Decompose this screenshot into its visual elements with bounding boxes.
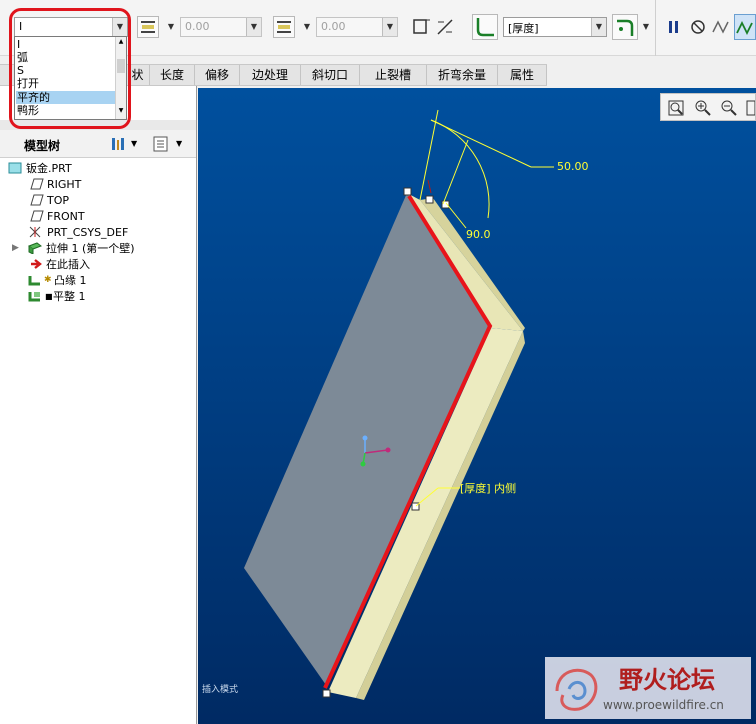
chevron-down-icon[interactable]: ▼ <box>166 16 176 38</box>
tree-item-label: 拉伸 1 (第一个壁) <box>46 242 135 255</box>
chevron-down-icon[interactable]: ▼ <box>176 135 186 153</box>
length-dimension[interactable]: 50.00 <box>557 160 589 173</box>
tree-item-label: RIGHT <box>47 178 82 191</box>
triad-dot <box>360 461 366 467</box>
preview-icon[interactable] <box>710 16 732 38</box>
no-preview-icon[interactable] <box>688 16 708 38</box>
tab-miter-cut[interactable]: 斜切口 <box>301 65 360 85</box>
csys-icon <box>28 226 42 238</box>
forum-title: 野火论坛 <box>619 666 715 694</box>
chevron-down-icon[interactable]: ▼ <box>131 135 141 153</box>
tree-item-label: TOP <box>47 194 70 207</box>
tab-relief[interactable]: 止裂槽 <box>360 65 427 85</box>
length-value-2: 0.00 <box>321 20 346 33</box>
highlight-annotation <box>9 8 131 129</box>
datum-plane-icon <box>30 210 44 222</box>
dimension-tick <box>427 179 432 194</box>
tree-item-label: 凸缘 1 <box>54 274 87 287</box>
expand-arrow-icon[interactable]: ▶ <box>12 241 19 256</box>
view-toolbar <box>660 93 756 121</box>
angle-arc <box>430 119 490 219</box>
chevron-down-icon[interactable]: ▼ <box>382 18 397 36</box>
tree-item-label: FRONT <box>47 210 85 223</box>
dimension-extension <box>442 139 469 205</box>
zoom-in-icon[interactable] <box>693 98 713 118</box>
tab-edge-treatment[interactable]: 边处理 <box>240 65 301 85</box>
flange-icon <box>28 274 42 286</box>
orient-icon[interactable] <box>745 98 756 118</box>
chevron-down-icon[interactable]: ▼ <box>302 16 312 38</box>
bend-side-icon[interactable] <box>612 14 638 40</box>
toolbar-divider <box>655 0 656 56</box>
tab-bend-allowance[interactable]: 折弯余量 <box>427 65 498 85</box>
tab-properties[interactable]: 属性 <box>498 65 547 85</box>
tree-item-label: 在此插入 <box>46 258 90 271</box>
drag-handle[interactable] <box>425 195 434 204</box>
tab-length[interactable]: 长度 <box>150 65 195 85</box>
bend-with-radius-icon[interactable] <box>472 14 498 40</box>
drag-handle[interactable] <box>322 689 331 698</box>
material-side-flip-icon[interactable] <box>434 16 456 38</box>
drag-handle[interactable] <box>441 200 450 209</box>
chevron-down-icon[interactable]: ▼ <box>641 16 651 38</box>
forum-logo <box>555 668 598 711</box>
model-view-svg <box>244 109 554 700</box>
datum-plane-icon <box>30 194 44 206</box>
tree-item-label: PRT_CSYS_DEF <box>47 226 129 239</box>
thickness-label[interactable]: [厚度] 内侧 <box>460 480 516 496</box>
tree-item-label: 钣金.PRT <box>26 162 72 175</box>
current-feature-marker-icon: ■ <box>45 292 53 301</box>
flat-wall-icon <box>28 290 42 302</box>
length-type-2-icon[interactable] <box>273 16 295 38</box>
forum-watermark: 野火论坛 www.proewildfire.cn <box>545 657 751 719</box>
chevron-down-icon[interactable]: ▼ <box>591 18 606 36</box>
thickness-combo[interactable]: [厚度] ▼ <box>503 17 607 37</box>
length-value-2-combo[interactable]: 0.00 ▼ <box>316 17 398 37</box>
edge-flip-icon[interactable] <box>410 16 432 38</box>
chevron-down-icon[interactable]: ▼ <box>246 18 261 36</box>
tab-offset[interactable]: 偏移 <box>195 65 240 85</box>
mode-indicator: 插入模式 <box>202 685 239 695</box>
new-feature-marker-icon: ✱ <box>44 275 52 285</box>
extrude-wall-icon <box>27 242 43 255</box>
refit-icon[interactable] <box>666 98 686 118</box>
angle-dimension[interactable]: 90.0 <box>466 228 491 241</box>
tree-settings-icon[interactable] <box>110 135 128 153</box>
model-tree-title: 模型树 <box>24 139 61 153</box>
show-list-icon[interactable] <box>152 135 170 153</box>
pause-icon[interactable] <box>664 16 684 38</box>
length-type-icon[interactable] <box>137 16 159 38</box>
drag-handle[interactable] <box>403 187 412 196</box>
model-tree-header: 模型树 ▼ ▼ <box>0 130 196 158</box>
thickness-value: [厚度] <box>508 22 539 35</box>
triad-dot <box>385 447 391 453</box>
insert-arrow-icon <box>30 258 44 270</box>
verify-icon[interactable] <box>734 14 756 40</box>
zoom-out-icon[interactable] <box>719 98 739 118</box>
triad-dot <box>362 435 368 441</box>
part-icon <box>8 162 22 174</box>
length-value-1: 0.00 <box>185 20 210 33</box>
length-value-1-combo[interactable]: 0.00 ▼ <box>180 17 262 37</box>
datum-plane-icon <box>30 178 44 190</box>
tree-item-label: 平整 1 <box>53 290 86 303</box>
forum-url: www.proewildfire.cn <box>603 698 724 712</box>
graphics-viewport[interactable]: 50.00 90.0 [厚度] 内侧 插入模式 <box>198 88 756 724</box>
